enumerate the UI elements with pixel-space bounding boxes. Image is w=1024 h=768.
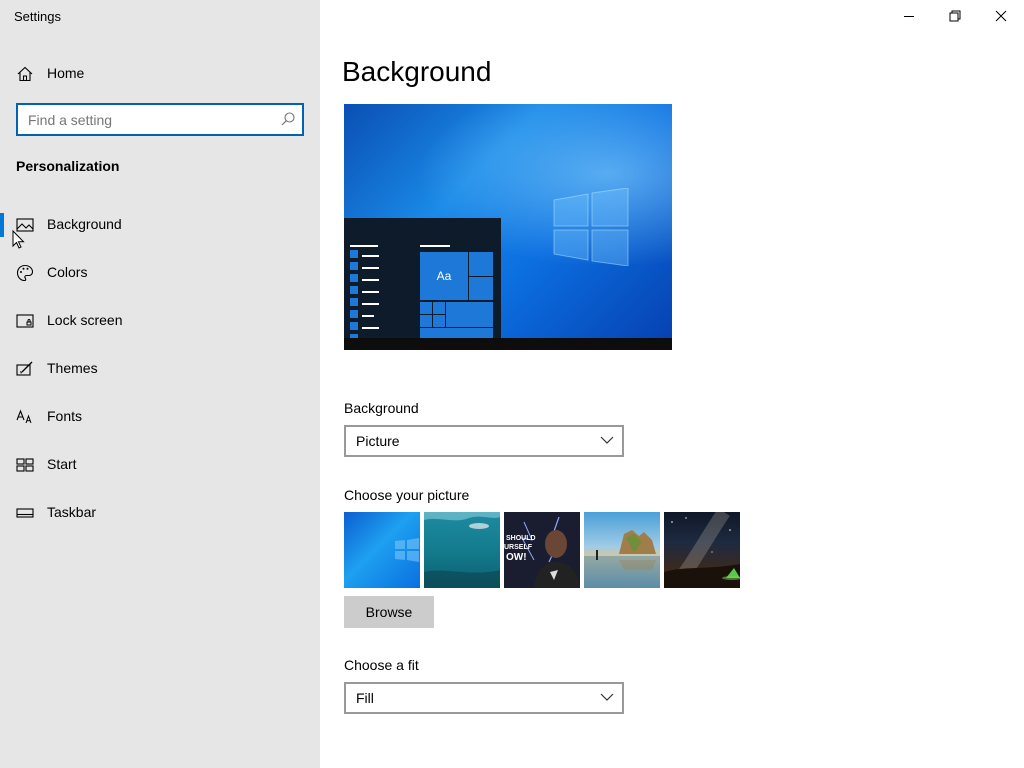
- search-box[interactable]: [16, 103, 304, 136]
- preview-tile: [468, 276, 494, 301]
- night-sky-tent-image: [664, 512, 740, 588]
- preview-taskbar: [344, 338, 672, 350]
- preview-tile: [419, 301, 433, 315]
- preview-app-list: [350, 250, 358, 346]
- nav-item-colors[interactable]: Colors: [0, 253, 320, 293]
- page-title: Background: [342, 56, 492, 87]
- picture-thumbnail-night-sky[interactable]: [664, 512, 740, 588]
- preview-tile: [419, 327, 494, 339]
- fit-dropdown-value: Fill: [356, 690, 374, 706]
- picture-thumbnail-windows[interactable]: [344, 512, 420, 588]
- svg-text:OW!: OW!: [506, 552, 527, 563]
- restore-icon: [949, 10, 961, 22]
- picture-thumbnail-underwater[interactable]: [424, 512, 500, 588]
- taskbar-icon: [16, 504, 34, 522]
- desktop-preview: Aa: [344, 104, 672, 350]
- close-icon: [995, 10, 1007, 22]
- minimize-icon: [904, 16, 914, 17]
- chevron-down-icon: [600, 693, 614, 701]
- background-dropdown-value: Picture: [356, 433, 400, 449]
- nav-item-label: Fonts: [47, 408, 83, 424]
- nav-item-label: Background: [47, 216, 122, 232]
- chevron-down-icon: [600, 436, 614, 444]
- preview-tile: [445, 301, 494, 328]
- swimmer-image: [424, 512, 500, 588]
- nav-item-label: Taskbar: [47, 504, 97, 520]
- section-heading: Personalization: [16, 158, 120, 174]
- search-input[interactable]: [18, 105, 278, 134]
- search-icon[interactable]: [280, 111, 296, 127]
- nav-home[interactable]: Home: [0, 58, 320, 88]
- choose-fit-label: Choose a fit: [344, 657, 419, 673]
- preview-tile: [468, 251, 494, 277]
- preview-tile-aa: Aa: [419, 251, 469, 301]
- preview-start-menu: Aa: [344, 218, 501, 342]
- nav-item-lock-screen[interactable]: Lock screen: [0, 301, 320, 341]
- browse-button[interactable]: Browse: [344, 596, 434, 628]
- nav-item-fonts[interactable]: Fonts: [0, 397, 320, 437]
- nav-item-label: Colors: [47, 264, 88, 280]
- svg-text:URSELF: URSELF: [504, 544, 533, 551]
- background-dropdown[interactable]: Picture: [344, 425, 624, 457]
- home-icon: [16, 65, 34, 83]
- nav-item-start[interactable]: Start: [0, 445, 320, 485]
- nav-item-label: Start: [47, 456, 77, 472]
- background-label: Background: [344, 400, 419, 416]
- picture-thumbnail-beach[interactable]: [584, 512, 660, 588]
- svg-text:SHOULD: SHOULD: [506, 535, 536, 542]
- windows-logo-icon: [553, 188, 629, 266]
- portrait-image: SHOULD URSELF OW!: [504, 512, 580, 588]
- sidebar: Settings Home Personalization Background…: [0, 0, 320, 768]
- choose-picture-label: Choose your picture: [344, 487, 470, 503]
- fonts-icon: [16, 408, 34, 426]
- app-title: Settings: [14, 9, 61, 24]
- nav-item-label: Themes: [47, 360, 98, 376]
- close-button[interactable]: [978, 0, 1024, 32]
- palette-icon: [16, 264, 34, 282]
- nav-item-label: Lock screen: [47, 312, 123, 328]
- lock-screen-icon: [16, 312, 34, 330]
- fit-dropdown[interactable]: Fill: [344, 682, 624, 714]
- windows-logo-icon: [395, 538, 419, 562]
- restore-button[interactable]: [932, 0, 978, 32]
- nav-item-taskbar[interactable]: Taskbar: [0, 493, 320, 533]
- minimize-button[interactable]: [886, 0, 932, 32]
- mouse-cursor-icon: [12, 229, 26, 250]
- preview-tile: [432, 314, 446, 328]
- start-icon: [16, 456, 34, 474]
- preview-tile: [432, 301, 446, 315]
- nav-home-label: Home: [47, 65, 85, 81]
- nav-item-themes[interactable]: Themes: [0, 349, 320, 389]
- themes-icon: [16, 360, 34, 378]
- preview-tiles-header: [420, 245, 450, 247]
- beach-rocks-image: [584, 530, 660, 588]
- picture-thumbnail-poster[interactable]: SHOULD URSELF OW!: [504, 512, 580, 588]
- nav-item-background[interactable]: Background: [0, 205, 320, 245]
- preview-tile: [419, 314, 433, 328]
